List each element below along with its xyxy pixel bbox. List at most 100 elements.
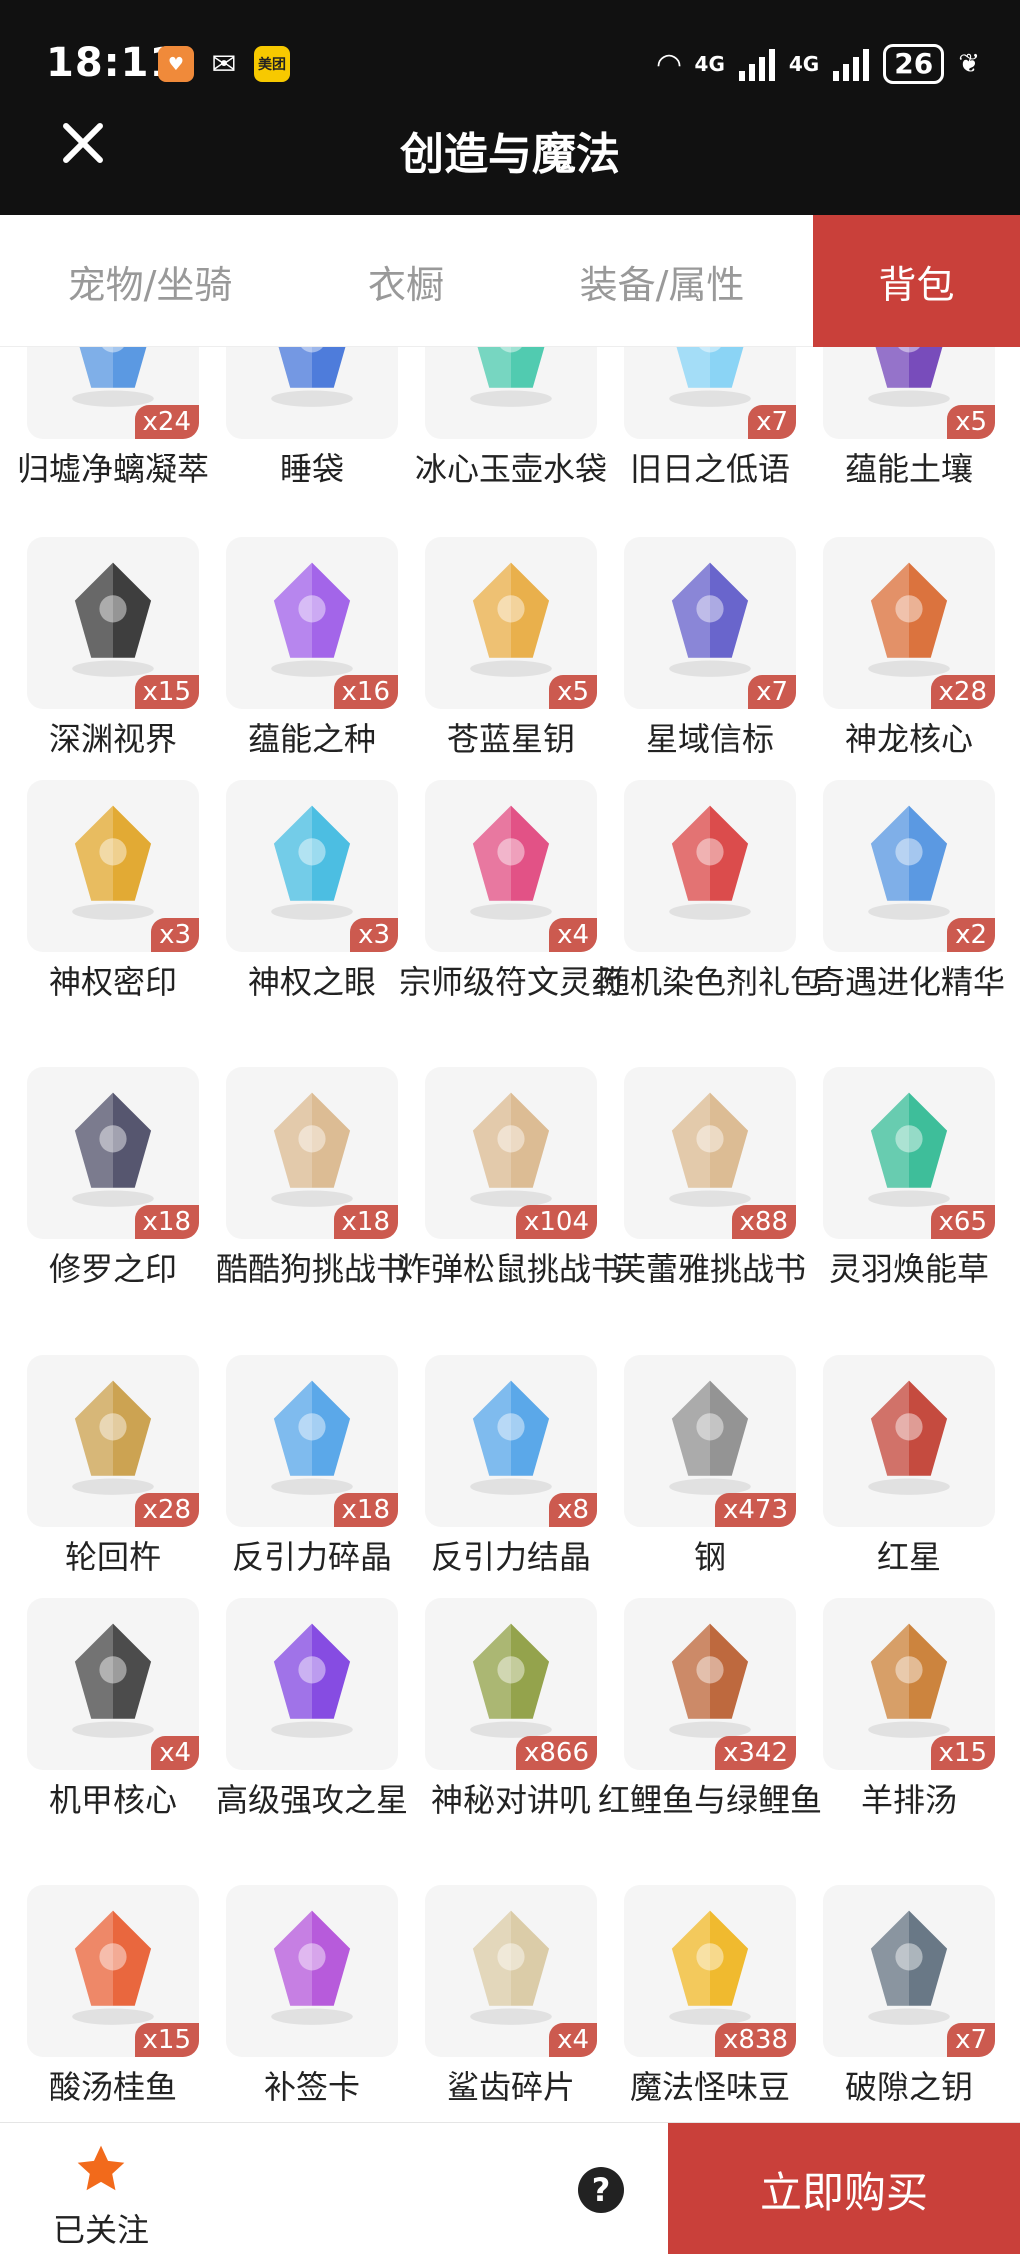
item-thumbnail: x7 — [624, 347, 796, 439]
item-quantity-badge: x15 — [134, 675, 199, 709]
item-quantity-badge: x18 — [134, 1205, 199, 1239]
item-quantity-badge: x18 — [333, 1493, 398, 1527]
tooth-icon — [470, 1910, 552, 2025]
item-name: 神龙核心 — [844, 720, 973, 758]
item-name: 奇遇进化精华 — [812, 963, 1005, 1001]
item-name: 修罗之印 — [48, 1250, 177, 1288]
item-quantity-badge: x342 — [714, 1736, 796, 1770]
item-name: 神权密印 — [48, 963, 177, 1001]
item-thumbnail: x4 — [27, 1598, 199, 1770]
signal-icon-2 — [833, 47, 870, 81]
item-name: 神权之眼 — [247, 963, 376, 1001]
item-thumbnail: x15 — [27, 1885, 199, 2057]
item-thumbnail — [226, 1885, 398, 2057]
item-quantity-badge: x15 — [134, 2023, 199, 2057]
item-name: 酸汤桂鱼 — [48, 2068, 177, 2106]
item-name: 冰心玉壶水袋 — [414, 450, 607, 488]
item-name: 灵羽焕能草 — [828, 1250, 989, 1288]
item-thumbnail: x342 — [624, 1598, 796, 1770]
item-name: 钢 — [693, 1538, 726, 1576]
item-quantity-badge: x7 — [748, 405, 796, 439]
item-quantity-badge: x88 — [731, 1205, 796, 1239]
pestle-icon — [72, 1380, 154, 1495]
item-thumbnail: x866 — [425, 1598, 597, 1770]
mech-core-icon — [72, 1623, 154, 1738]
item-thumbnail — [226, 347, 398, 439]
evolution-fruit-icon — [868, 805, 950, 920]
item-name: 神秘对讲叽 — [430, 1781, 591, 1819]
battery-indicator: 26 — [883, 44, 945, 84]
item-thumbnail: x3 — [226, 780, 398, 952]
top-bar: 18:11 ♥ ✉ 美团 ◠ 4G 4G 26 ❦ 创造与魔法 — [0, 0, 1020, 215]
item-quantity-badge: x28 — [134, 1493, 199, 1527]
item-quantity-badge: x7 — [947, 2023, 995, 2057]
item-thumbnail: x28 — [823, 537, 995, 709]
gift-box-icon — [669, 805, 751, 920]
item-name: 羊排汤 — [860, 1781, 957, 1819]
item-quantity-badge: x4 — [549, 918, 597, 952]
dark-key-icon — [868, 1910, 950, 2025]
herb-icon — [868, 1092, 950, 1207]
seal-coin-icon — [72, 805, 154, 920]
item-thumbnail — [425, 347, 597, 439]
item-name: 星域信标 — [645, 720, 774, 758]
item-name: 苍蓝星钥 — [446, 720, 575, 758]
buy-now-button[interactable]: 立即购买 — [668, 2123, 1020, 2254]
item-quantity-badge: x5 — [947, 405, 995, 439]
item-name: 机甲核心 — [48, 1781, 177, 1819]
follow-label: 已关注 — [52, 2211, 149, 2249]
item-quantity-badge: x4 — [151, 1736, 199, 1770]
ticket-icon — [271, 1910, 353, 2025]
item-name: 宗师级符文灵药 — [398, 963, 623, 1001]
item-thumbnail — [226, 1598, 398, 1770]
star-key-icon — [470, 562, 552, 677]
card-icon — [72, 1092, 154, 1207]
item-thumbnail: x838 — [624, 1885, 796, 2057]
tab-wardrobe[interactable]: 衣橱 — [300, 215, 512, 347]
item-thumbnail: x7 — [624, 537, 796, 709]
item-thumbnail: x18 — [226, 1355, 398, 1527]
item-quantity-badge: x8 — [549, 1493, 597, 1527]
item-thumbnail: x18 — [226, 1067, 398, 1239]
crystal-cluster-icon — [470, 1380, 552, 1495]
wanted-scroll-icon — [271, 1092, 353, 1207]
item-quantity-badge: x18 — [333, 1205, 398, 1239]
soup-bowl-icon — [868, 1623, 950, 1738]
tab-equipment[interactable]: 装备/属性 — [512, 215, 812, 347]
item-thumbnail: x7 — [823, 1885, 995, 2057]
item-name: 高级强攻之星 — [215, 1781, 408, 1819]
page-title: 创造与魔法 — [400, 129, 620, 180]
item-quantity-badge: x104 — [515, 1205, 597, 1239]
help-icon[interactable]: ? — [578, 2167, 624, 2213]
item-thumbnail: x18 — [27, 1067, 199, 1239]
meituan-icon: 美团 — [254, 46, 290, 82]
item-thumbnail: x8 — [425, 1355, 597, 1527]
abyss-eye-icon — [72, 562, 154, 677]
item-thumbnail: x473 — [624, 1355, 796, 1527]
item-thumbnail — [823, 1355, 995, 1527]
gem-seed-icon — [271, 562, 353, 677]
tab-pets-mounts[interactable]: 宠物/坐骑 — [0, 215, 300, 347]
item-name: 芙蕾雅挑战书 — [613, 1250, 806, 1288]
item-thumbnail: x5 — [425, 537, 597, 709]
item-quantity-badge: x65 — [930, 1205, 995, 1239]
item-quantity-badge: x838 — [714, 2023, 796, 2057]
item-name: 反引力碎晶 — [231, 1538, 392, 1576]
item-name: 补签卡 — [263, 2068, 360, 2106]
item-name: 红星 — [876, 1538, 941, 1576]
item-quantity-badge: x2 — [947, 918, 995, 952]
beacon-icon — [669, 562, 751, 677]
item-name: 轮回杵 — [64, 1538, 161, 1576]
item-name: 魔法怪味豆 — [629, 2068, 790, 2106]
item-name: 旧日之低语 — [629, 450, 790, 488]
item-thumbnail: x65 — [823, 1067, 995, 1239]
item-thumbnail — [624, 780, 796, 952]
follow-button[interactable]: 已关注 — [46, 2141, 156, 2251]
item-thumbnail: x15 — [27, 537, 199, 709]
item-thumbnail: x16 — [226, 537, 398, 709]
item-thumbnail: x88 — [624, 1067, 796, 1239]
item-quantity-badge: x5 — [549, 675, 597, 709]
tab-bar: 宠物/坐骑 衣橱 装备/属性 背包 — [0, 215, 1020, 347]
tab-backpack[interactable]: 背包 — [813, 215, 1020, 347]
status-indicators: ◠ 4G 4G 26 ❦ — [657, 44, 980, 84]
